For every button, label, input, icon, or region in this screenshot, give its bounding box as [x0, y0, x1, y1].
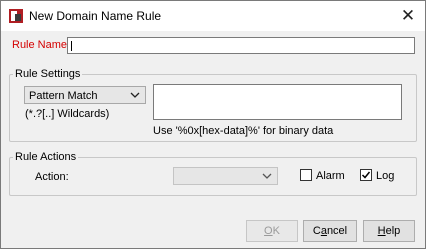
text-caret: [71, 41, 72, 51]
ok-mnemonic: O: [264, 225, 273, 237]
chevron-down-icon: [130, 92, 140, 98]
alarm-checkbox[interactable]: [300, 169, 312, 181]
close-icon: ✕: [400, 6, 416, 25]
rule-actions-legend: Rule Actions: [15, 151, 77, 163]
help-label-rest: elp: [385, 225, 401, 237]
help-button[interactable]: Help: [363, 220, 415, 242]
alarm-label: Alarm: [316, 170, 345, 182]
log-checkbox[interactable]: [360, 169, 372, 181]
watchguard-app-icon: [9, 9, 23, 23]
match-type-dropdown[interactable]: Pattern Match: [24, 86, 146, 104]
chevron-down-icon: [262, 173, 272, 179]
rule-settings-legend: Rule Settings: [15, 68, 81, 80]
pattern-input[interactable]: [153, 84, 402, 120]
cancel-button[interactable]: Ca ncel: [303, 220, 357, 242]
cancel-label-start: C: [312, 225, 321, 237]
window-title: New Domain Name Rule: [29, 9, 162, 23]
title-bar: New Domain Name Rule ✕: [1, 1, 425, 31]
rule-name-label: Rule Name:: [12, 39, 71, 51]
ok-button[interactable]: OK: [246, 220, 298, 242]
log-label: Log: [376, 170, 395, 182]
close-button[interactable]: ✕: [391, 1, 425, 31]
action-label: Action:: [35, 171, 69, 183]
help-mnemonic: H: [377, 225, 386, 237]
checkmark-icon: [361, 171, 371, 179]
cancel-label-rest: ncel: [326, 225, 348, 237]
wildcards-hint: (*.?[..] Wildcards): [25, 108, 110, 120]
match-type-value: Pattern Match: [29, 90, 98, 102]
action-dropdown[interactable]: [173, 167, 278, 185]
rule-name-input[interactable]: [67, 37, 415, 54]
dialog-window: New Domain Name Rule ✕ Rule Name: Rule S…: [0, 0, 426, 249]
ok-label-rest: K: [272, 225, 280, 237]
binary-data-hint: Use '%0x[hex-data]%' for binary data: [153, 125, 334, 137]
